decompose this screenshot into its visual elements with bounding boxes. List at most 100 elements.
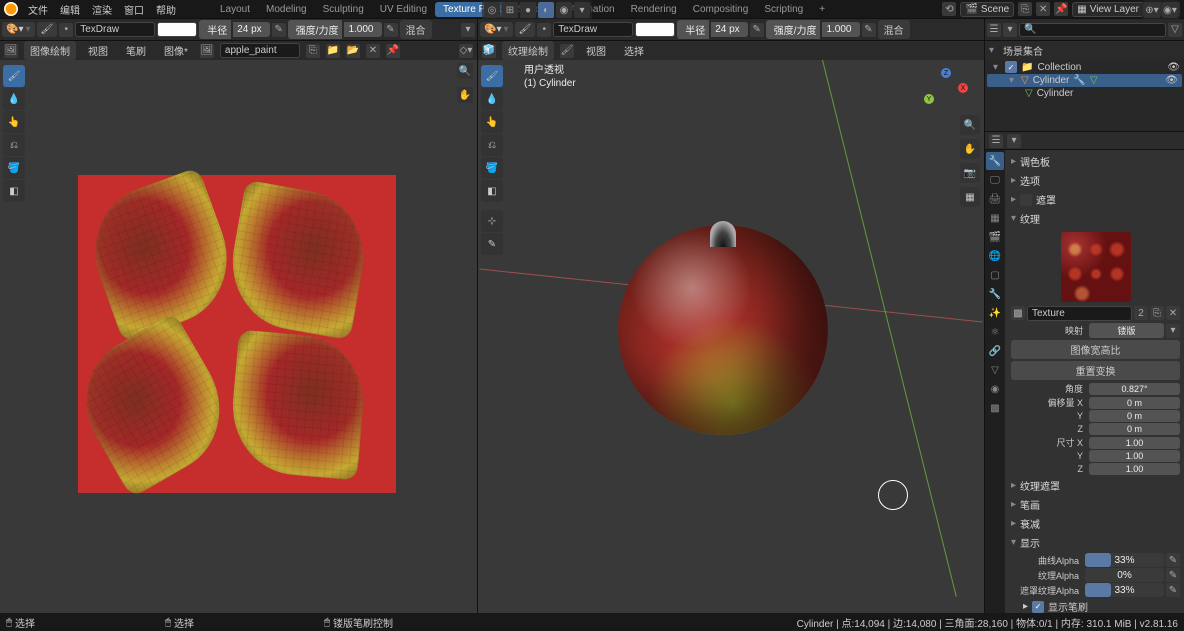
3dview-mode[interactable]: 纹理绘制	[502, 41, 554, 60]
tool3d-soften[interactable]: 💧	[481, 88, 503, 110]
scene-new-icon[interactable]: ⎘	[1018, 2, 1032, 16]
pan-icon-left[interactable]: ✋	[457, 87, 473, 103]
tool-draw[interactable]: 🖌	[3, 65, 25, 87]
tri-icon-2[interactable]: ▾	[1009, 75, 1017, 86]
tex-unlink-icon[interactable]: ✕	[1166, 306, 1180, 320]
menu-render[interactable]: 渲染	[86, 2, 118, 17]
img-menu-image[interactable]: 图像*	[158, 43, 194, 58]
tool-soften[interactable]: 💧	[3, 88, 25, 110]
tool3d-cursor[interactable]: ⊹	[481, 210, 503, 232]
image-open-icon[interactable]: 📂	[346, 44, 360, 58]
radius-pen-left[interactable]: ✎	[272, 23, 286, 37]
zoom-icon-left[interactable]: 🔍	[457, 63, 473, 79]
ptab-constraint[interactable]: 🔗	[986, 342, 1004, 360]
image-editor-type-icon[interactable]: 🖼	[4, 44, 18, 58]
ptab-render[interactable]: 🖵	[986, 171, 1004, 189]
panel-mask[interactable]: ▸遮罩	[1011, 190, 1180, 209]
brush-name-right[interactable]	[553, 22, 633, 37]
tex-new-icon[interactable]: ⎘	[1150, 306, 1164, 320]
options-left[interactable]: ▾	[461, 23, 475, 37]
radius-value-right[interactable]: 24 px	[711, 22, 747, 37]
brush-color-left[interactable]	[157, 22, 197, 37]
outliner-display-mode[interactable]: ▾	[1003, 23, 1017, 37]
ptab-active-tool[interactable]: 🔧	[986, 152, 1004, 170]
xray-icon[interactable]: ◎	[484, 2, 500, 18]
panel-palette[interactable]: ▸调色板	[1011, 152, 1180, 171]
mapping-value[interactable]: 镂版	[1089, 323, 1164, 338]
ptab-material[interactable]: ◉	[986, 380, 1004, 398]
strength-value-left[interactable]: 1.000	[344, 22, 381, 37]
object-eye-icon[interactable]: 👁	[1165, 75, 1178, 86]
scene-selector[interactable]: 🎬 Scene	[960, 2, 1014, 17]
image-name-input[interactable]	[220, 43, 300, 58]
aspect-button[interactable]: 图像宽高比	[1011, 340, 1180, 359]
tab-layout[interactable]: Layout	[212, 2, 258, 17]
tool3d-annotate[interactable]: ✎	[481, 233, 503, 255]
size-x[interactable]: 1.00	[1089, 437, 1180, 449]
image-paint-mode[interactable]: 图像绘制	[24, 41, 76, 60]
tex-alpha-pen-icon[interactable]: ✎	[1166, 568, 1180, 582]
ptab-mesh[interactable]: ▽	[986, 361, 1004, 379]
brush-selector-right[interactable]: 🖌	[515, 22, 536, 37]
pan-tool-icon[interactable]: ✋	[960, 139, 980, 159]
menu-window[interactable]: 窗口	[118, 2, 150, 17]
img-menu-view[interactable]: 视图	[82, 43, 114, 58]
ptab-viewlayer[interactable]: ▦	[986, 209, 1004, 227]
shading-matprev-icon[interactable]: ◐	[538, 2, 554, 18]
strength-pen-left[interactable]: ✎	[384, 23, 398, 37]
tool-mask[interactable]: ◧	[3, 180, 25, 202]
tab-modeling[interactable]: Modeling	[258, 2, 315, 17]
blend-mode-left[interactable]: 混合	[400, 20, 432, 39]
gizmo-toggle-icon[interactable]: ⊕▾	[1144, 2, 1160, 18]
tab-uv-editing[interactable]: UV Editing	[372, 2, 435, 17]
radius-value-left[interactable]: 24 px	[233, 22, 269, 37]
panel-texmask[interactable]: ▸纹理遮罩	[1011, 476, 1180, 495]
ptab-output[interactable]: 🖨	[986, 190, 1004, 208]
brush-color-right[interactable]	[635, 22, 675, 37]
tool3d-fill[interactable]: 🪣	[481, 157, 503, 179]
image-new-icon[interactable]: 📁	[326, 44, 340, 58]
persp-ortho-icon[interactable]: ▦	[960, 187, 980, 207]
mask-alpha-slider[interactable]: 33%	[1085, 583, 1164, 597]
tool3d-clone[interactable]: ⎌	[481, 134, 503, 156]
strength-pen-right[interactable]: ✎	[862, 23, 876, 37]
size-y[interactable]: 1.00	[1089, 450, 1180, 462]
image-users-icon[interactable]: ⎘	[306, 44, 320, 58]
mode-paint-dropdown-r[interactable]: 🎨▾▾	[480, 22, 513, 37]
back-to-previous-icon[interactable]: ⟲	[942, 2, 956, 16]
shading-wire-icon[interactable]: ⊞	[502, 2, 518, 18]
tab-scripting[interactable]: Scripting	[756, 2, 811, 17]
mod-icon[interactable]: 🔧	[1073, 75, 1085, 86]
props-editor-icon[interactable]: ☰	[989, 134, 1003, 148]
camera-view-icon[interactable]: 📷	[960, 163, 980, 183]
tex-datablock-icon[interactable]: ▩	[1011, 306, 1025, 320]
ptab-object[interactable]: ▢	[986, 266, 1004, 284]
texture-preview[interactable]	[1061, 232, 1131, 302]
tab-sculpting[interactable]: Sculpting	[315, 2, 372, 17]
mode-icon[interactable]: 🖌	[560, 44, 574, 58]
brush-icon-left[interactable]: •	[59, 23, 73, 37]
angle-value[interactable]: 0.827°	[1089, 383, 1180, 395]
tex-users-icon[interactable]: 2	[1134, 306, 1148, 320]
tool3d-draw[interactable]: 🖌	[481, 65, 503, 87]
reset-transform-button[interactable]: 重置变换	[1011, 361, 1180, 380]
3d-viewport[interactable]: 用户透视 (1) Cylinder Z Y X 🔍 ✋ 📷 ▦	[478, 60, 984, 613]
image-datablock-icon[interactable]: 🖼	[200, 44, 214, 58]
collection-eye-icon[interactable]: 👁	[1167, 62, 1180, 73]
shading-options-icon[interactable]: ▾	[574, 2, 590, 18]
menu-file[interactable]: 文件	[22, 2, 54, 17]
outliner-collapse-icon[interactable]: ▾	[989, 45, 997, 56]
show-brush-checkbox[interactable]: ✓	[1032, 601, 1044, 613]
outliner-search[interactable]: 🔍	[1019, 23, 1166, 37]
tab-compositing[interactable]: Compositing	[685, 2, 757, 17]
outliner-editor-icon[interactable]: ☰	[987, 23, 1001, 37]
viewlayer-selector[interactable]: ▦ View Layer	[1072, 2, 1144, 17]
size-z[interactable]: 1.00	[1089, 463, 1180, 475]
curve-alpha-slider[interactable]: 33%	[1085, 553, 1164, 567]
overlay-toggle-icon[interactable]: ◉▾	[1162, 2, 1178, 18]
mesh-data-icon[interactable]: ▽	[1090, 75, 1098, 86]
tool3d-mask[interactable]: ◧	[481, 180, 503, 202]
img-menu-brush[interactable]: 笔刷	[120, 43, 152, 58]
mapping-chevron-icon[interactable]: ▾	[1166, 324, 1180, 338]
tab-add[interactable]: +	[811, 2, 833, 17]
